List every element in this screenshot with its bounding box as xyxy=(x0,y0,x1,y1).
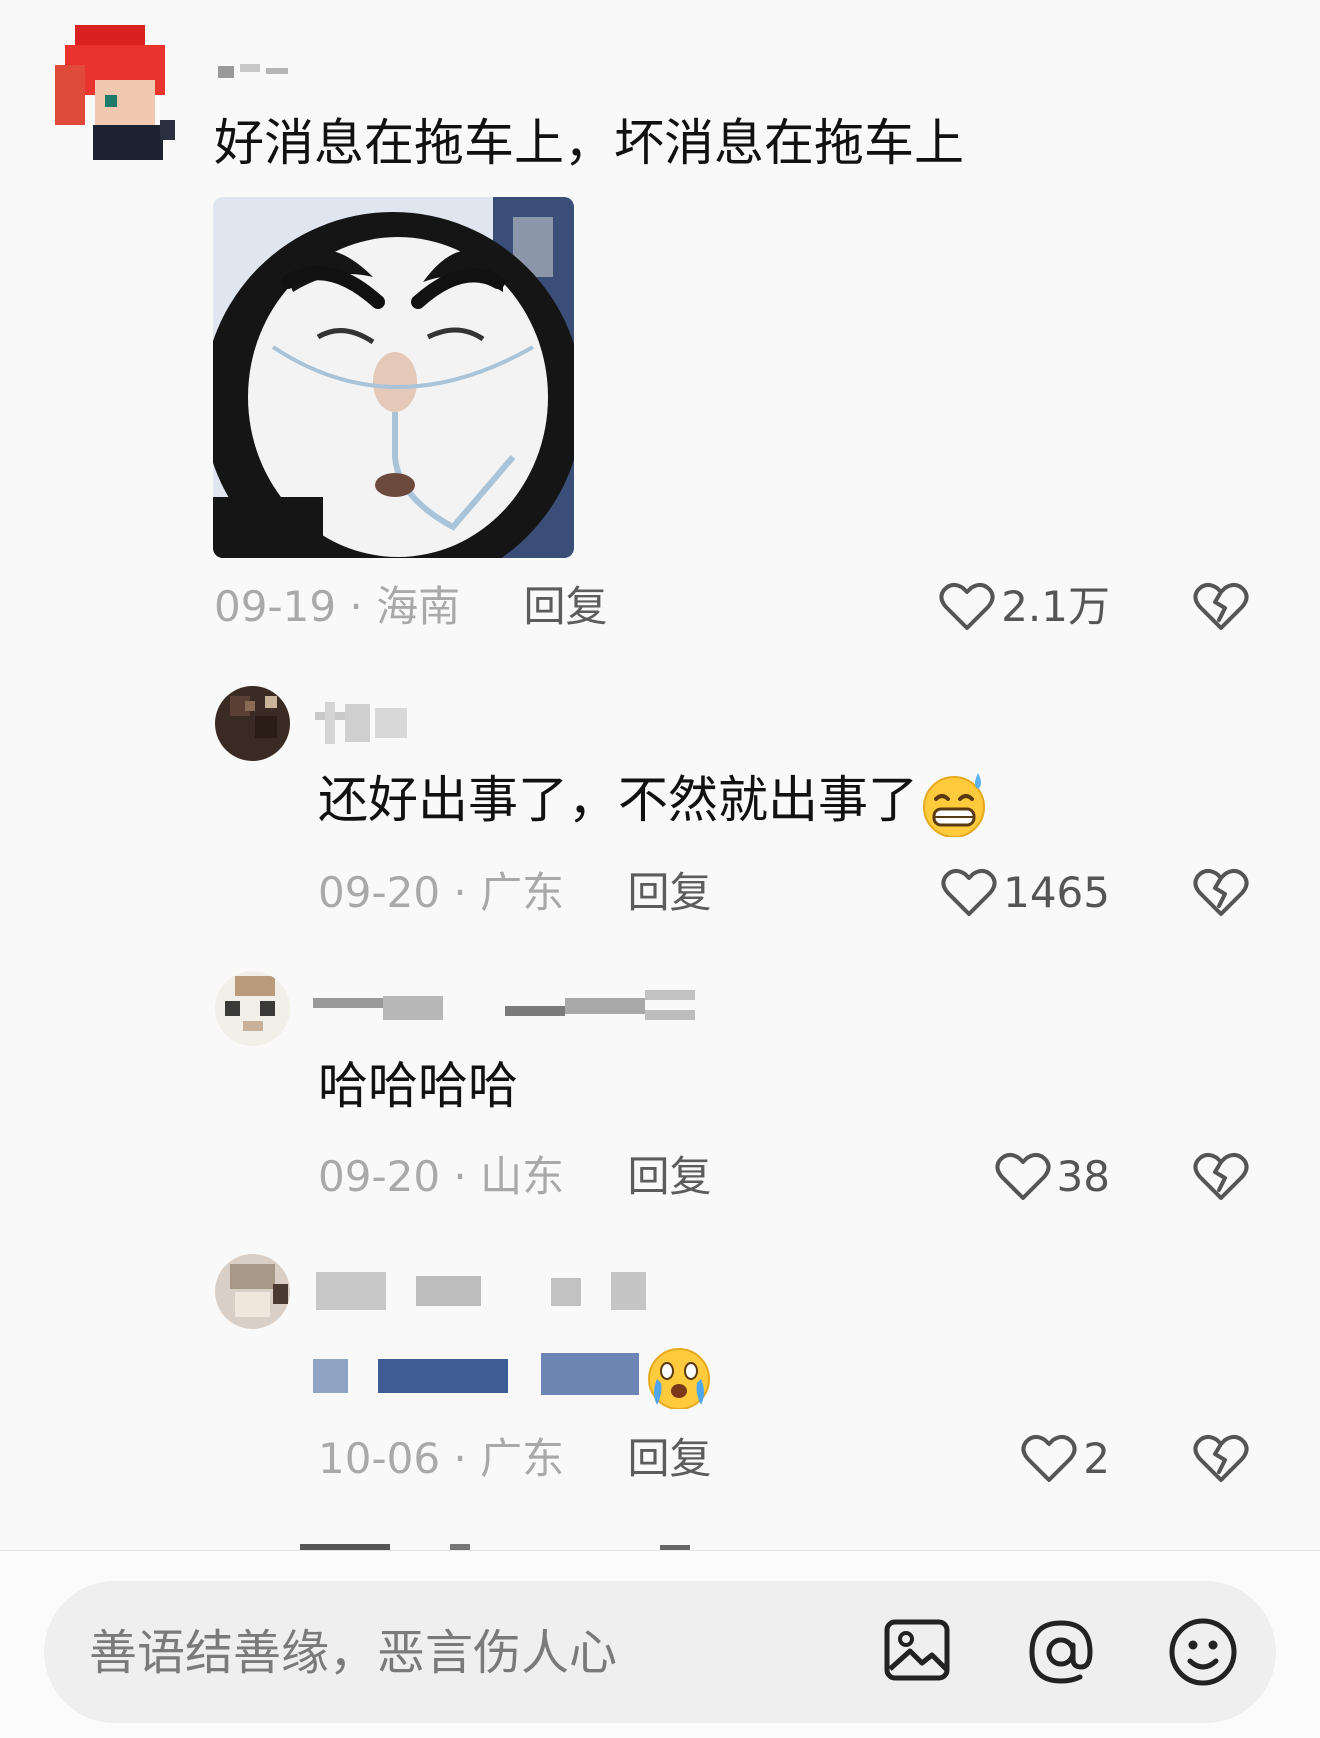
avatar[interactable] xyxy=(215,1254,290,1329)
comment-meta: 09-20 · 山东 回复 xyxy=(318,1152,712,1202)
comment-text-content: 还好出事了，不然就出事了 xyxy=(318,771,918,829)
like-button[interactable]: 2.1万 xyxy=(939,582,1110,632)
input-placeholder: 善语结善缘，恶言伤人心 xyxy=(89,1625,618,1681)
next-comment-peek xyxy=(300,1542,750,1550)
dislike-button[interactable] xyxy=(1193,1434,1249,1484)
avatar[interactable] xyxy=(215,971,290,1046)
broken-heart-icon xyxy=(1193,1435,1249,1482)
comment-text: 好消息在拖车上，坏消息在拖车上 xyxy=(214,114,964,172)
comment-meta: 09-19 · 海南 回复 xyxy=(214,582,608,632)
username-blurred[interactable] xyxy=(313,990,703,1026)
broken-heart-icon xyxy=(1193,583,1249,630)
reply-button[interactable]: 回复 xyxy=(524,582,608,631)
comment-input[interactable]: 善语结善缘，恶言伤人心 xyxy=(44,1581,1276,1723)
dislike-button[interactable] xyxy=(1193,582,1249,632)
comment-date: 09-19 xyxy=(214,582,337,631)
crying-laugh-icon xyxy=(648,1348,710,1409)
like-count: 38 xyxy=(1056,1152,1110,1201)
username-blurred[interactable] xyxy=(315,702,410,744)
like-button[interactable]: 2 xyxy=(1021,1434,1110,1484)
blurred-text xyxy=(378,1359,508,1393)
meta-separator: · xyxy=(349,582,363,631)
reply-button[interactable]: 回复 xyxy=(628,1152,712,1201)
comment-meta: 09-20 · 广东 回复 xyxy=(318,868,712,918)
meta-separator: · xyxy=(453,868,467,917)
reply-item: 10-06 · 广东 回复 2 xyxy=(0,1250,1320,1500)
at-icon[interactable] xyxy=(1024,1615,1098,1693)
username-blurred[interactable] xyxy=(218,62,293,80)
comment-meta: 10-06 · 广东 回复 xyxy=(318,1434,712,1484)
broken-heart-icon xyxy=(1193,869,1249,916)
heart-icon xyxy=(1021,1435,1077,1482)
emoji-icon[interactable] xyxy=(1166,1615,1240,1693)
like-count: 1465 xyxy=(1003,868,1110,917)
grin-sweat-icon xyxy=(923,772,985,837)
heart-icon xyxy=(939,583,995,630)
reply-item: 哈哈哈哈 09-20 · 山东 回复 38 xyxy=(0,965,1320,1205)
comment-text: 哈哈哈哈 xyxy=(318,1057,518,1115)
comment-location: 广东 xyxy=(480,868,565,917)
like-button[interactable]: 38 xyxy=(995,1152,1110,1202)
blurred-text xyxy=(313,1359,348,1393)
username-blurred[interactable] xyxy=(316,1272,656,1312)
comment-date: 09-20 xyxy=(318,868,441,917)
dislike-button[interactable] xyxy=(1193,1152,1249,1202)
broken-heart-icon xyxy=(1193,1153,1249,1200)
panda-meme-sticker[interactable] xyxy=(213,197,574,558)
heart-icon xyxy=(995,1153,1051,1200)
blurred-text xyxy=(541,1353,639,1395)
image-icon[interactable] xyxy=(882,1615,952,1689)
comment-location: 广东 xyxy=(480,1434,565,1483)
avatar[interactable] xyxy=(215,686,290,761)
panda-meme-image xyxy=(213,197,574,558)
comment-date: 10-06 xyxy=(318,1434,441,1483)
comment-location: 山东 xyxy=(480,1152,565,1201)
comment-date: 09-20 xyxy=(318,1152,441,1201)
reply-button[interactable]: 回复 xyxy=(628,1434,712,1483)
comment-location: 海南 xyxy=(376,582,461,631)
like-count: 2 xyxy=(1083,1434,1110,1483)
reply-button[interactable]: 回复 xyxy=(628,868,712,917)
dislike-button[interactable] xyxy=(1193,868,1249,918)
comment-text: 还好出事了，不然就出事了 xyxy=(318,770,990,837)
meta-separator: · xyxy=(453,1152,467,1201)
heart-icon xyxy=(941,869,997,916)
comment-text xyxy=(313,1343,733,1409)
meta-separator: · xyxy=(453,1434,467,1483)
comment-input-bar: 善语结善缘，恶言伤人心 xyxy=(0,1550,1320,1738)
comment-item: 好消息在拖车上，坏消息在拖车上 09-19 · 海南 回复 2.1万 xyxy=(0,0,1320,640)
like-count: 2.1万 xyxy=(1001,582,1110,631)
avatar[interactable] xyxy=(55,25,175,160)
reply-item: 还好出事了，不然就出事了 09-20 · 广东 回复 1465 xyxy=(0,680,1320,920)
like-button[interactable]: 1465 xyxy=(941,868,1110,918)
